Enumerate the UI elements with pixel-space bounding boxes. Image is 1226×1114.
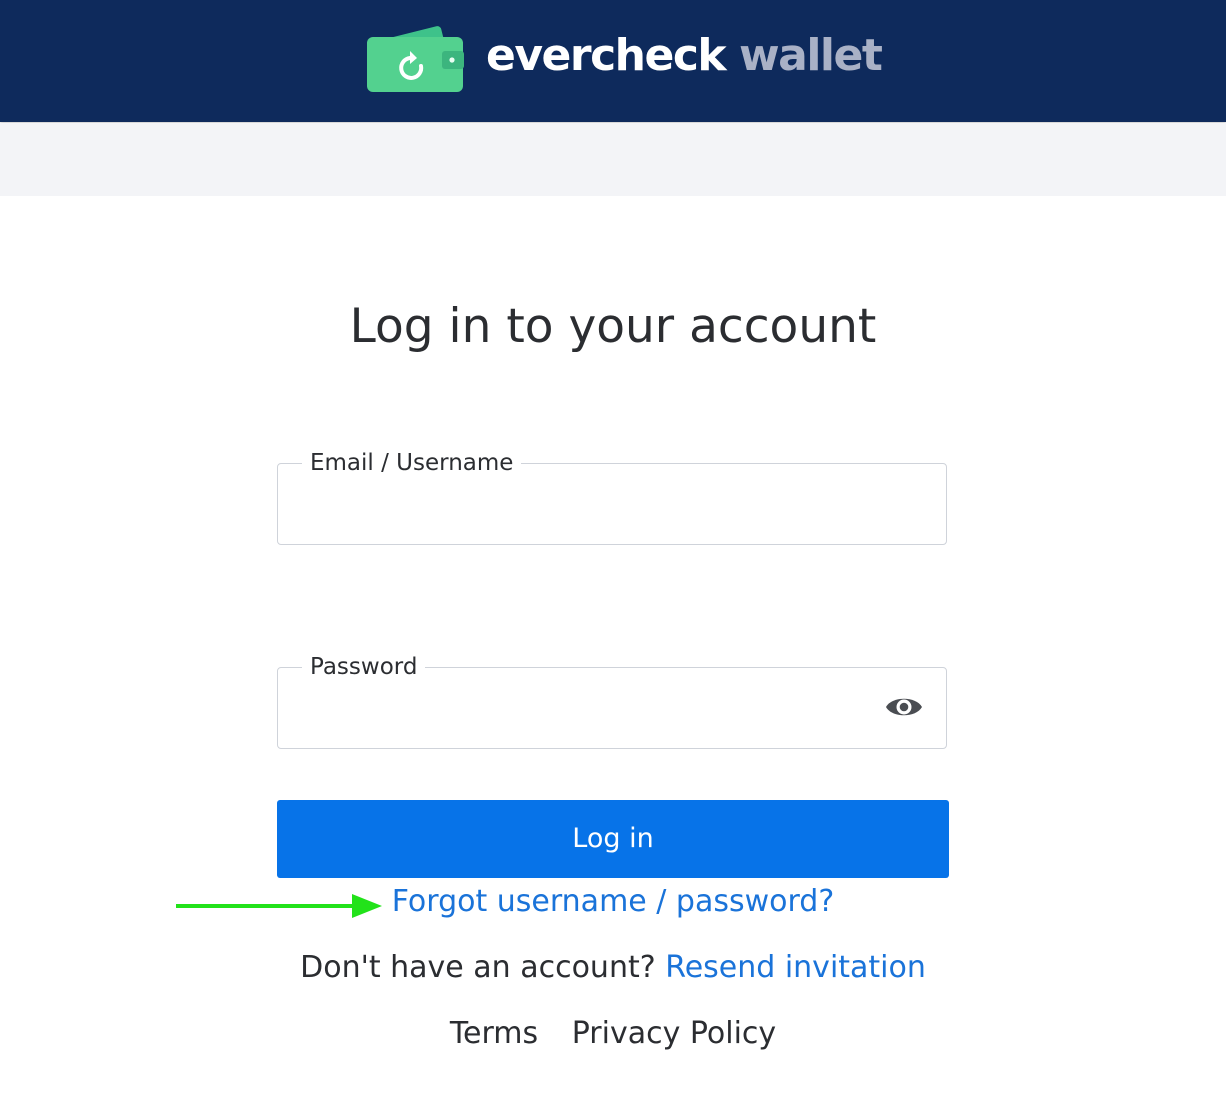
signup-prompt-text: Don't have an account? [300, 950, 656, 985]
brand-primary: evercheck [486, 30, 727, 81]
privacy-policy-link[interactable]: Privacy Policy [572, 1016, 776, 1051]
wallet-refresh-icon[interactable] [366, 18, 466, 94]
signup-prompt-row: Don't have an account? Resend invitation [0, 948, 1226, 988]
top-header: evercheck wallet [0, 0, 1226, 122]
terms-link[interactable]: Terms [450, 1016, 538, 1051]
password-field[interactable]: Password [277, 653, 947, 749]
password-input[interactable] [298, 690, 882, 732]
brand-wordmark[interactable]: evercheck wallet [486, 28, 883, 84]
eye-icon[interactable] [885, 692, 923, 722]
password-field-label: Password [302, 653, 426, 681]
email-field[interactable]: Email / Username [277, 449, 947, 545]
login-button[interactable]: Log in [277, 800, 949, 878]
email-input[interactable] [298, 486, 882, 528]
email-field-label: Email / Username [302, 449, 522, 477]
sub-header-bar [0, 123, 1226, 196]
brand-secondary: wallet [738, 30, 883, 81]
resend-invitation-link[interactable]: Resend invitation [665, 950, 926, 985]
forgot-password-link[interactable]: Forgot username / password? [0, 882, 1226, 922]
footer-links: Terms Privacy Policy [0, 1014, 1226, 1054]
page-title: Log in to your account [349, 299, 877, 354]
